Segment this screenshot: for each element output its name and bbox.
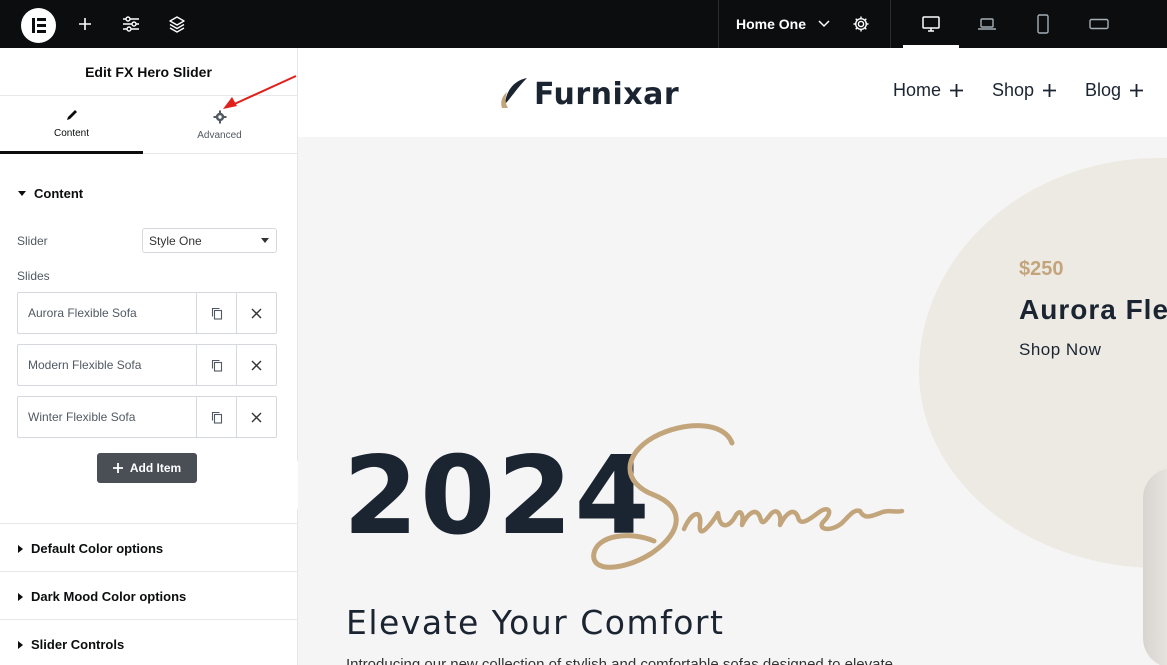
site-logo[interactable]: Furnixar — [497, 74, 679, 114]
slide-item: Modern Flexible Sofa — [17, 344, 277, 386]
desktop-icon[interactable] — [919, 12, 943, 36]
duplicate-icon[interactable] — [196, 345, 236, 385]
page-preview: Furnixar Home Shop Blog $250 Aurora Fle … — [298, 48, 1167, 665]
topbar-divider — [718, 0, 719, 48]
section-heading: Default Color options — [31, 541, 164, 556]
site-header: Furnixar Home Shop Blog — [298, 48, 1167, 137]
slide-item-title[interactable]: Aurora Flexible Sofa — [18, 293, 196, 333]
caret-right-icon — [18, 544, 23, 553]
tab-advanced-label: Advanced — [197, 129, 242, 141]
slide-product-name: Aurora Fle — [1019, 294, 1167, 325]
topbar-divider — [890, 0, 891, 48]
plus-icon — [1043, 84, 1057, 97]
caret-down-icon — [261, 238, 269, 243]
section-divider — [0, 523, 297, 524]
slides-label: Slides — [17, 269, 50, 283]
add-item-label: Add Item — [129, 461, 182, 475]
product-image-edge — [1143, 468, 1167, 665]
slider-style-select[interactable]: Style One — [142, 228, 277, 253]
remove-icon[interactable] — [236, 293, 276, 333]
background-blob — [919, 158, 1167, 568]
caret-right-icon — [18, 640, 23, 649]
panel-title: Edit FX Hero Slider — [85, 63, 212, 80]
nav-shop-label: Shop — [992, 80, 1035, 100]
chevron-down-icon — [818, 20, 830, 28]
content-section-heading: Content — [34, 186, 84, 201]
top-bar: Home One — [0, 0, 1167, 48]
section-heading: Dark Mood Color options — [31, 589, 187, 604]
page-selector[interactable]: Home One — [736, 14, 830, 34]
shop-now-link[interactable]: Shop Now — [1019, 340, 1101, 360]
tablet-icon[interactable] — [1031, 12, 1055, 36]
mobile-landscape-icon[interactable] — [1087, 12, 1111, 36]
tab-advanced[interactable]: Advanced — [148, 96, 291, 154]
slide-item: Aurora Flexible Sofa — [17, 292, 277, 334]
page-settings-gear-icon[interactable] — [849, 12, 873, 36]
panel-tabs: Content Advanced — [0, 96, 297, 154]
section-divider — [0, 571, 297, 572]
slide-price: $250 — [1019, 258, 1064, 280]
editor-panel: Edit FX Hero Slider Content Advanced Con… — [0, 48, 298, 665]
section-divider — [0, 619, 297, 620]
tab-content[interactable]: Content — [0, 96, 143, 154]
sliders-icon[interactable] — [119, 12, 143, 36]
gear-icon — [213, 110, 226, 123]
duplicate-icon[interactable] — [196, 397, 236, 437]
brand-name: Furnixar — [534, 76, 680, 112]
laptop-icon[interactable] — [975, 12, 999, 36]
page-name: Home One — [736, 16, 807, 32]
dark-mood-color-options-toggle[interactable]: Dark Mood Color options — [18, 589, 186, 604]
caret-down-icon — [18, 191, 26, 196]
slide-item-title[interactable]: Modern Flexible Sofa — [18, 345, 196, 385]
plus-icon — [1130, 84, 1144, 97]
caret-right-icon — [18, 592, 23, 601]
editor-window: Home One Edit FX Hero Slider Content Adv… — [0, 0, 1167, 665]
plus-icon — [112, 463, 123, 473]
content-section-toggle[interactable]: Content — [18, 186, 83, 201]
plus-icon — [950, 84, 964, 97]
slide-item: Winter Flexible Sofa — [17, 396, 277, 438]
nav-home-label: Home — [893, 80, 942, 100]
nav-shop[interactable]: Shop — [992, 80, 1057, 101]
slide-headline: Elevate Your Comfort — [346, 603, 725, 642]
remove-icon[interactable] — [236, 397, 276, 437]
feather-logo-icon — [501, 78, 527, 108]
duplicate-icon[interactable] — [196, 293, 236, 333]
add-item-button[interactable]: Add Item — [97, 453, 197, 483]
slider-style-value: Style One — [149, 233, 202, 248]
pencil-icon — [66, 110, 77, 120]
layers-icon[interactable] — [165, 12, 189, 36]
remove-icon[interactable] — [236, 345, 276, 385]
tab-content-label: Content — [53, 128, 90, 139]
nav-blog[interactable]: Blog — [1085, 80, 1144, 101]
slider-label: Slider — [17, 234, 48, 248]
nav-blog-label: Blog — [1085, 80, 1122, 100]
slider-controls-toggle[interactable]: Slider Controls — [18, 637, 124, 652]
nav-home[interactable]: Home — [893, 80, 964, 101]
default-color-options-toggle[interactable]: Default Color options — [18, 541, 163, 556]
elementor-logo-icon[interactable] — [21, 8, 56, 43]
summer-script-text — [591, 423, 905, 570]
slide-item-title[interactable]: Winter Flexible Sofa — [18, 397, 196, 437]
plus-icon[interactable] — [73, 12, 97, 36]
slide-subline: Introducing our new collection of stylis… — [346, 656, 893, 665]
section-heading: Slider Controls — [31, 637, 125, 652]
